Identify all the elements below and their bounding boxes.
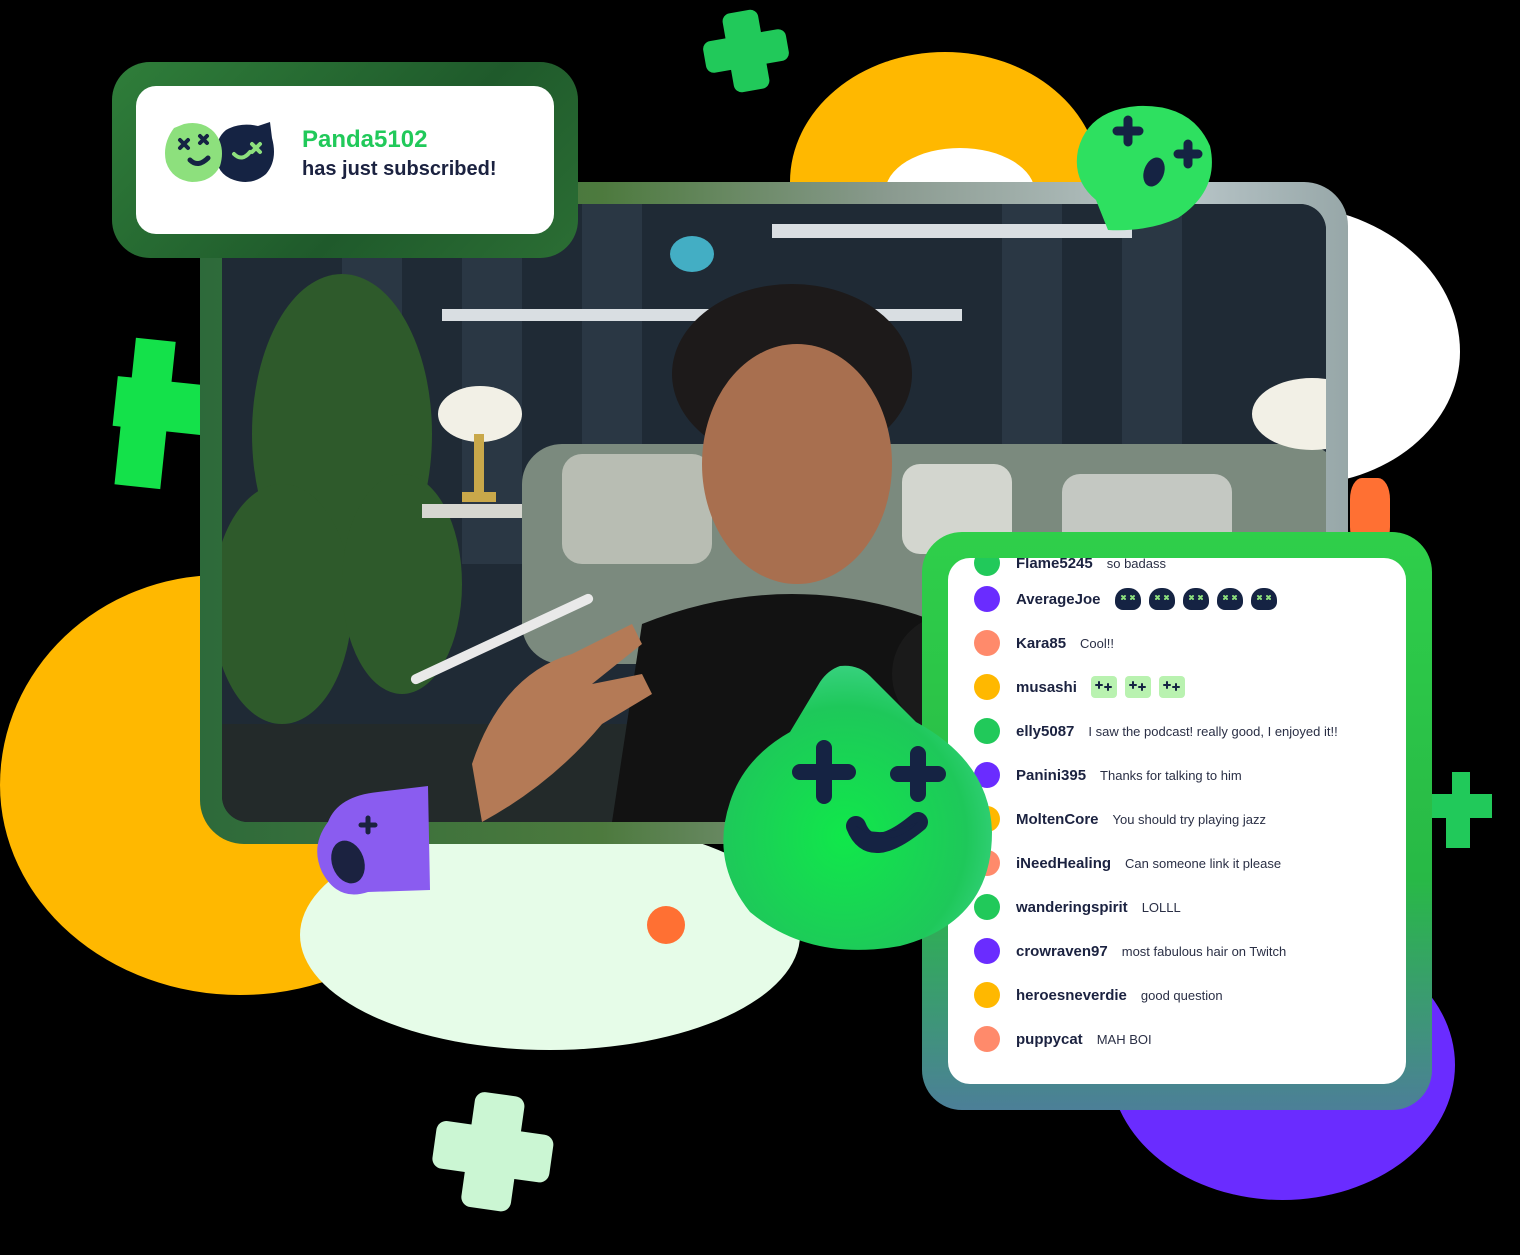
chat-message: good question	[1140, 987, 1223, 1003]
chat-message: MAH BOI	[1096, 1031, 1152, 1047]
chat-username[interactable]: wanderingspirit	[1016, 899, 1128, 916]
chat-row[interactable]: elly5087 I saw the podcast! really good, …	[974, 716, 1396, 746]
sparkle-emote-icon	[1158, 676, 1185, 698]
chat-row[interactable]: AverageJoe	[974, 584, 1396, 614]
chat-avatar[interactable]	[974, 630, 1000, 656]
orange-dot	[647, 906, 685, 944]
chat-message: Cool!!	[1080, 635, 1115, 651]
chat-username[interactable]: musashi	[1016, 679, 1077, 696]
subscription-notification: Panda5102 has just subscribed!	[112, 62, 578, 258]
chat-message: Can someone link it please	[1125, 855, 1282, 871]
chat-avatar[interactable]	[974, 586, 1000, 612]
chat-avatar[interactable]	[974, 1026, 1000, 1052]
green-plus-icon-top	[703, 9, 789, 93]
chat-row[interactable]: crowraven97 most fabulous hair on Twitch	[974, 936, 1396, 966]
chat-row[interactable]: wanderingspirit LOLLL	[974, 892, 1396, 922]
chat-row[interactable]: puppycat MAH BOI	[974, 1024, 1396, 1054]
chat-username[interactable]: AverageJoe	[1016, 591, 1101, 608]
chat-message: Thanks for talking to him	[1100, 767, 1242, 783]
blob-emote-icon	[1114, 588, 1141, 610]
chat-row[interactable]: iNeedHealing Can someone link it please	[974, 848, 1396, 878]
mascot-pair-icon	[165, 122, 274, 182]
sparkle-emote-icon	[1124, 676, 1151, 698]
blob-emote-icon	[1250, 588, 1277, 610]
chat-row[interactable]: musashi	[974, 672, 1396, 702]
chat-message: so badass	[1106, 558, 1166, 571]
subscriber-username: Panda5102	[302, 126, 428, 153]
notification-body: Panda5102 has just subscribed!	[136, 86, 554, 234]
chat-list[interactable]: Flame5245 so badass AverageJoe Kara85 Cool…	[948, 558, 1406, 1084]
chat-username[interactable]: elly5087	[1016, 723, 1074, 740]
chat-row[interactable]: MoltenCore You should try playing jazz	[974, 804, 1396, 834]
chat-username[interactable]: MoltenCore	[1016, 811, 1099, 828]
chat-row[interactable]: Panini395 Thanks for talking to him	[974, 760, 1396, 790]
subscription-message: has just subscribed!	[302, 158, 497, 180]
blob-emote-icon	[1148, 588, 1175, 610]
chat-username[interactable]: crowraven97	[1016, 943, 1108, 960]
chat-row[interactable]: heroesneverdie good question	[974, 980, 1396, 1010]
green-plus-icon-right	[1432, 772, 1492, 848]
chat-message: LOLLL	[1141, 899, 1181, 915]
chat-username[interactable]: Kara85	[1016, 635, 1066, 652]
chat-row[interactable]: Kara85 Cool!!	[974, 628, 1396, 658]
light-green-plus-icon	[432, 1092, 554, 1212]
chat-row-partial: Flame5245 so badass	[974, 558, 1396, 578]
chat-username[interactable]: Panini395	[1016, 767, 1086, 784]
chat-avatar[interactable]	[974, 982, 1000, 1008]
chat-panel: Flame5245 so badass AverageJoe Kara85 Cool…	[922, 532, 1432, 1110]
chat-message: You should try playing jazz	[1112, 811, 1266, 827]
blob-emote-icon	[1216, 588, 1243, 610]
purple-mascot-icon	[317, 786, 430, 895]
chat-username: Flame5245	[1016, 558, 1093, 572]
chat-username[interactable]: iNeedHealing	[1016, 855, 1111, 872]
chat-message: I saw the podcast! really good, I enjoye…	[1088, 723, 1338, 739]
chat-message: most fabulous hair on Twitch	[1121, 943, 1287, 959]
chat-avatar	[974, 558, 1000, 576]
chat-username[interactable]: puppycat	[1016, 1031, 1083, 1048]
surprised-green-mascot-icon	[1076, 105, 1212, 231]
blob-emote-icon	[1182, 588, 1209, 610]
happy-green-mascot-icon	[723, 665, 992, 950]
chat-username[interactable]: heroesneverdie	[1016, 987, 1127, 1004]
sparkle-emote-icon	[1090, 676, 1117, 698]
